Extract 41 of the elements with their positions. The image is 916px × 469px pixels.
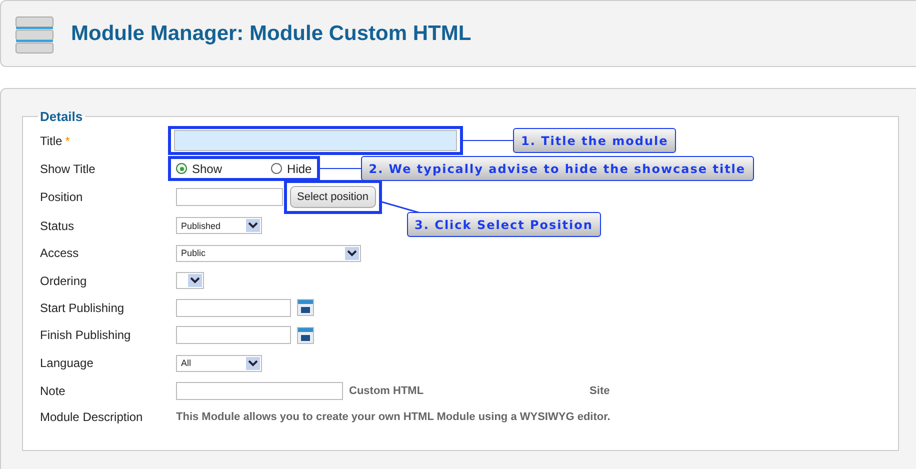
date-input[interactable] xyxy=(176,298,291,316)
page-title: Module Manager: Module Custom HTML xyxy=(71,22,472,46)
calendar-icon[interactable] xyxy=(297,299,314,316)
field-label: Module Description xyxy=(40,410,143,424)
callout-label: 1. Title the module xyxy=(513,128,676,153)
date-input[interactable] xyxy=(176,326,291,344)
field-label: Ordering xyxy=(40,274,87,288)
radio-label[interactable]: Hide xyxy=(287,162,312,176)
chevron-icon xyxy=(246,356,260,370)
required-mark: * xyxy=(65,134,70,148)
dropdown[interactable]: Published xyxy=(176,217,262,234)
dropdown[interactable]: Public xyxy=(176,244,361,262)
chevron-icon xyxy=(345,246,359,260)
field-label: Access xyxy=(40,246,79,260)
radio-button[interactable] xyxy=(176,163,187,174)
chevron-icon xyxy=(188,274,202,287)
field-label: Position xyxy=(40,190,83,204)
radio-button[interactable] xyxy=(271,163,282,174)
stacked-layers-icon xyxy=(15,14,55,54)
client-text: Site xyxy=(590,384,610,396)
calendar-icon[interactable] xyxy=(297,326,314,344)
field-label: Language xyxy=(40,356,94,370)
dropdown[interactable] xyxy=(176,272,204,289)
field-label: Show Title xyxy=(40,162,96,176)
fieldset-legend: Details xyxy=(38,109,85,124)
field-label: Title xyxy=(40,134,62,148)
title-input[interactable] xyxy=(174,130,457,151)
module-description: This Module allows you to create your own HTML Module using a WYSIWYG editor. xyxy=(176,411,610,423)
radio-label[interactable]: Show xyxy=(192,162,222,176)
dropdown[interactable]: All xyxy=(176,354,262,372)
callout-label: 3. Click Select Position xyxy=(406,212,601,237)
select-position-button[interactable]: Select position xyxy=(290,186,376,208)
note-input[interactable] xyxy=(176,382,343,400)
module-type-text: Custom HTML xyxy=(349,384,424,396)
field-label: Finish Publishing xyxy=(40,328,131,342)
callout-label: 2. We typically advise to hide the showcase title xyxy=(360,156,754,181)
position-input[interactable] xyxy=(176,188,283,206)
field-label: Note xyxy=(40,384,66,398)
chevron-icon xyxy=(246,219,260,232)
field-label: Status xyxy=(40,218,74,232)
field-label: Start Publishing xyxy=(40,300,124,314)
